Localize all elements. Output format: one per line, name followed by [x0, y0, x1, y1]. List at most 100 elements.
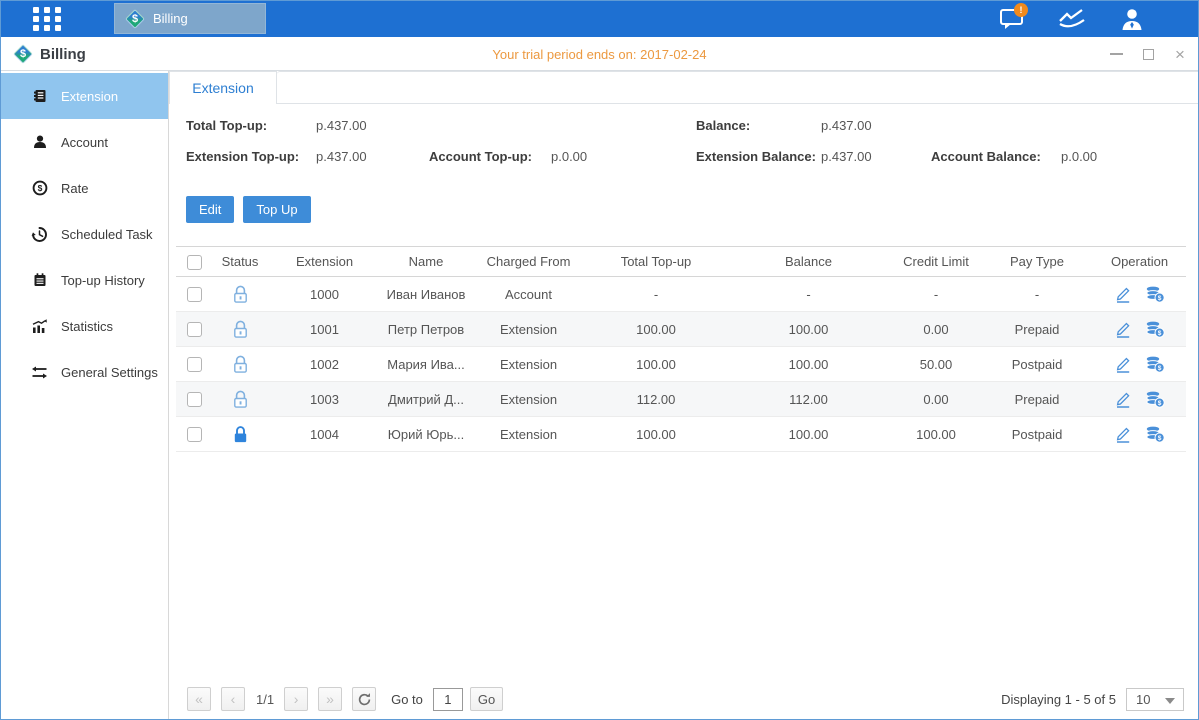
account-balance-value: p.0.00: [1061, 147, 1097, 167]
row-checkbox[interactable]: [187, 287, 202, 302]
statistics-chart-icon[interactable]: [1056, 6, 1088, 32]
charged-from-cell: Extension: [471, 357, 586, 372]
row-checkbox-cell: [176, 426, 212, 442]
status-cell: [212, 425, 268, 444]
table-row: 1004 Юрий Юрь... Extension 100.00 100.00…: [176, 417, 1186, 452]
name-cell: Дмитрий Д...: [381, 392, 471, 407]
operation-cell: $: [1093, 285, 1186, 303]
charged-from-cell: Account: [471, 287, 586, 302]
col-balance: Balance: [726, 254, 891, 269]
sidebar-item-rate[interactable]: $ Rate: [1, 165, 168, 211]
billing-app-tab[interactable]: $ Billing: [114, 3, 266, 34]
first-page-button[interactable]: «: [187, 687, 211, 711]
billing-window-icon: $: [13, 44, 33, 64]
credit-limit-cell: -: [891, 287, 981, 302]
chevron-down-icon: [1165, 698, 1175, 704]
go-button[interactable]: Go: [470, 687, 503, 711]
last-page-button[interactable]: »: [318, 687, 342, 711]
col-status: Status: [212, 254, 268, 269]
balance-summary: Total Top-up: p.437.00 Balance: p.437.00…: [169, 104, 1198, 182]
edit-row-icon[interactable]: [1114, 320, 1132, 338]
pay-type-cell: -: [981, 287, 1093, 302]
edit-button[interactable]: Edit: [186, 196, 234, 223]
pagination-info: Displaying 1 - 5 of 5 10: [1001, 688, 1184, 711]
sidebar-item-statistics[interactable]: Statistics: [1, 303, 168, 349]
name-cell: Юрий Юрь...: [381, 427, 471, 442]
table-row: 1000 Иван Иванов Account - - - - $: [176, 277, 1186, 312]
user-account-icon[interactable]: [1116, 6, 1148, 32]
close-button[interactable]: ×: [1172, 46, 1188, 62]
operation-cell: $: [1093, 320, 1186, 338]
account-icon: [31, 134, 48, 151]
app-launcher-icon[interactable]: [33, 7, 63, 32]
prev-page-button[interactable]: ‹: [221, 687, 245, 711]
sidebar-item-scheduled-task[interactable]: Scheduled Task: [1, 211, 168, 257]
col-credit-limit: Credit Limit: [891, 254, 981, 269]
row-checkbox[interactable]: [187, 392, 202, 407]
goto-label: Go to: [391, 692, 423, 707]
page-size-select[interactable]: 10: [1126, 688, 1184, 711]
topup-row-icon[interactable]: $: [1145, 390, 1165, 408]
edit-row-icon[interactable]: [1114, 425, 1132, 443]
sidebar-item-topup-history[interactable]: Top-up History: [1, 257, 168, 303]
displaying-text: Displaying 1 - 5 of 5: [1001, 692, 1116, 707]
total-topup-cell: -: [586, 287, 726, 302]
notification-badge: !: [1014, 3, 1028, 17]
topup-history-icon: [31, 272, 48, 289]
col-operation: Operation: [1093, 254, 1186, 269]
row-checkbox-cell: [176, 391, 212, 407]
topup-row-icon[interactable]: $: [1145, 320, 1165, 338]
billing-app-icon: $: [125, 9, 145, 29]
sidebar-item-general-settings[interactable]: General Settings: [1, 349, 168, 395]
total-topup-cell: 112.00: [586, 392, 726, 407]
extension-cell: 1003: [268, 392, 381, 407]
topup-row-icon[interactable]: $: [1145, 285, 1165, 303]
col-pay-type: Pay Type: [981, 254, 1093, 269]
sidebar-item-extension[interactable]: Extension: [1, 73, 168, 119]
sidebar: Extension Account $ Rate: [1, 71, 169, 719]
row-checkbox[interactable]: [187, 322, 202, 337]
edit-row-icon[interactable]: [1114, 355, 1132, 373]
extension-topup-label: Extension Top-up:: [186, 147, 299, 167]
topup-row-icon[interactable]: $: [1145, 425, 1165, 443]
top-up-button[interactable]: Top Up: [243, 196, 310, 223]
minimize-button[interactable]: [1108, 46, 1124, 62]
tab-extension[interactable]: Extension: [169, 71, 277, 104]
svg-text:$: $: [1158, 400, 1162, 407]
sidebar-item-account[interactable]: Account: [1, 119, 168, 165]
row-checkbox[interactable]: [187, 357, 202, 372]
balance-value: p.437.00: [821, 116, 872, 136]
operation-cell: $: [1093, 355, 1186, 373]
extension-icon: [31, 88, 48, 105]
name-cell: Мария Ива...: [381, 357, 471, 372]
status-cell: [212, 390, 268, 409]
col-total-topup: Total Top-up: [586, 254, 726, 269]
account-balance-label: Account Balance:: [931, 147, 1041, 167]
unlocked-icon: [232, 390, 249, 409]
maximize-button[interactable]: [1140, 46, 1156, 62]
extension-cell: 1002: [268, 357, 381, 372]
balance-cell: 100.00: [726, 322, 891, 337]
credit-limit-cell: 0.00: [891, 392, 981, 407]
tab-strip-empty: [277, 71, 1198, 104]
charged-from-cell: Extension: [471, 322, 586, 337]
sidebar-item-label: Extension: [61, 89, 118, 104]
col-extension: Extension: [268, 254, 381, 269]
app-tab-label: Billing: [153, 11, 188, 26]
next-page-button[interactable]: ›: [284, 687, 308, 711]
sidebar-item-label: General Settings: [61, 365, 158, 380]
select-all-checkbox[interactable]: [187, 255, 202, 270]
edit-row-icon[interactable]: [1114, 390, 1132, 408]
row-checkbox[interactable]: [187, 427, 202, 442]
tab-bar: Extension: [169, 71, 1198, 104]
topup-row-icon[interactable]: $: [1145, 355, 1165, 373]
account-topup-value: p.0.00: [551, 147, 587, 167]
goto-page-input[interactable]: [433, 688, 463, 711]
edit-row-icon[interactable]: [1114, 285, 1132, 303]
pay-type-cell: Prepaid: [981, 392, 1093, 407]
refresh-button[interactable]: [352, 687, 376, 711]
table-row: 1003 Дмитрий Д... Extension 112.00 112.0…: [176, 382, 1186, 417]
name-cell: Петр Петров: [381, 322, 471, 337]
operation-cell: $: [1093, 425, 1186, 443]
messages-icon[interactable]: !: [996, 6, 1028, 32]
